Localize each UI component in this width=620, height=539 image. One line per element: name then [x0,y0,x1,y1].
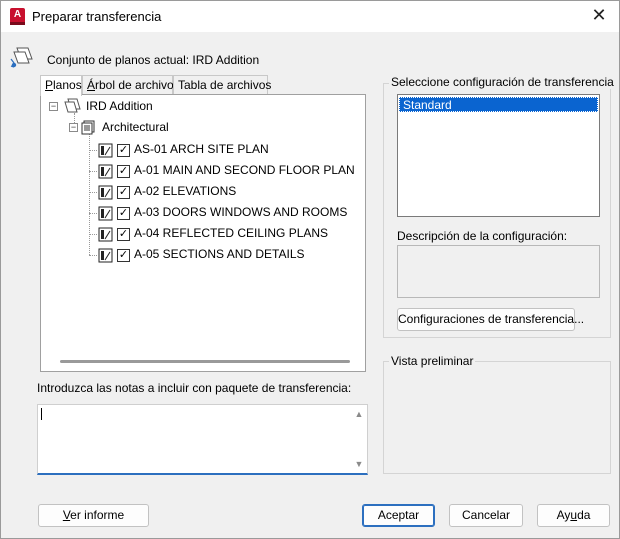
sheet-checkbox[interactable]: ✓ [117,165,130,178]
sheet-label[interactable]: A-04 REFLECTED CEILING PLANS [134,224,328,242]
tree-guide [89,255,97,256]
preview-title: Vista preliminar [389,354,476,368]
cancel-button[interactable]: Cancelar [449,504,523,527]
tree-guide [89,213,97,214]
scroll-up-icon[interactable]: ▲ [354,409,364,419]
collapse-root-toggle[interactable]: − [49,102,58,111]
current-sheet-set-label: Conjunto de planos actual: IRD Addition [47,53,260,67]
sheet-set-icon [10,47,33,68]
title-bar: A Preparar transferencia ✕ [1,1,619,32]
tree-guide [89,150,97,151]
sheet-checkbox[interactable]: ✓ [117,249,130,262]
transfer-config-title: Seleccione configuración de transferenci… [389,75,616,89]
sheet-checkbox[interactable]: ✓ [117,186,130,199]
config-item-standard[interactable]: Standard [399,97,598,112]
view-report-button[interactable]: Ver informe [38,504,149,527]
tree-guide [89,171,97,172]
sheet-label[interactable]: A-05 SECTIONS AND DETAILS [134,245,305,263]
close-icon: ✕ [591,5,607,25]
tree-root-label[interactable]: IRD Addition [86,97,153,115]
notes-label: Introduzca las notas a incluir con paque… [37,381,352,395]
transfer-config-list[interactable]: Standard [397,94,600,217]
sheets-tree[interactable]: − IRD Addition − Architectural ✓ AS-01 A… [40,94,366,372]
sheet-label[interactable]: A-01 MAIN AND SECOND FLOOR PLAN [134,161,355,179]
window-title: Preparar transferencia [32,9,162,24]
sheet-checkbox[interactable]: ✓ [117,228,130,241]
preview-group [383,361,611,474]
config-description-label: Descripción de la configuración: [397,229,568,243]
sheet-icon [98,185,113,200]
sheet-icon [98,248,113,263]
tree-guide [89,192,97,193]
sheet-label[interactable]: A-03 DOORS WINDOWS AND ROOMS [134,203,347,221]
close-button[interactable]: ✕ [585,3,613,29]
text-caret [41,408,42,420]
sheet-label[interactable]: A-02 ELEVATIONS [134,182,236,200]
tab-tabla-archivos[interactable]: Tabla de archivos [173,75,271,95]
prepare-transfer-dialog: A Preparar transferencia ✕ Conjunto de p… [0,0,620,539]
tree-guide [89,234,97,235]
transfer-configs-button[interactable]: Configuraciones de transferencia... [397,308,584,331]
subset-icon [81,120,95,135]
notes-textarea[interactable]: ▲ ▼ [37,404,368,475]
tree-guide [89,133,90,255]
sheet-icon [98,227,113,242]
sheet-label[interactable]: AS-01 ARCH SITE PLAN [134,140,269,158]
scroll-down-icon[interactable]: ▼ [354,459,364,469]
sheet-icon [98,206,113,221]
help-button[interactable]: Ayuda [537,504,610,527]
tree-subset-label[interactable]: Architectural [102,118,169,136]
autocad-app-icon: A [10,8,25,25]
tab-arbol-archivos[interactable]: Árbol de archivos [82,75,180,95]
sheet-checkbox[interactable]: ✓ [117,144,130,157]
sheet-icon [98,143,113,158]
tab-planos[interactable]: Planos [40,75,82,96]
config-description-box [397,245,600,298]
collapse-subset-toggle[interactable]: − [69,123,78,132]
horizontal-scrollbar[interactable] [60,360,350,363]
sheet-set-icon [64,98,81,113]
sheet-icon [98,164,113,179]
accept-button[interactable]: Aceptar [362,504,435,527]
sheet-checkbox[interactable]: ✓ [117,207,130,220]
